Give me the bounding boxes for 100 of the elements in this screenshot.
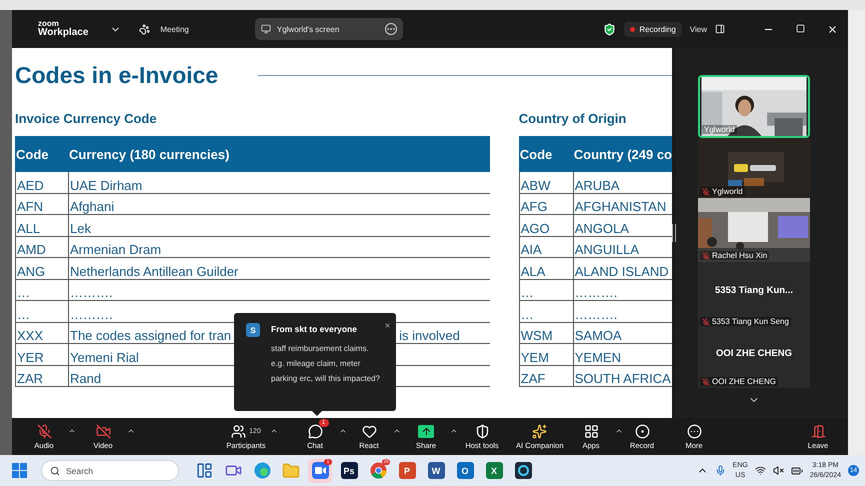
table-heading: Invoice Currency Code [15, 111, 158, 128]
close-icon[interactable] [384, 322, 391, 329]
paw-icon [139, 24, 150, 34]
participant-tile[interactable]: 5353 Tiang Kun... 5353 Tiang Kun Seng [698, 262, 810, 328]
table-cell: WSM [520, 328, 553, 343]
column-header: Code [16, 146, 48, 162]
shield-icon [603, 22, 616, 36]
more-icon[interactable] [384, 23, 397, 35]
table-cell: SOUTH AFRICA [574, 371, 671, 386]
table-cell: Netherlands Antillean Guilder [70, 264, 238, 278]
table-cell: ………. [70, 306, 113, 322]
table-cell: AED [17, 178, 44, 192]
share-indicator[interactable]: Yglworld's screen [254, 18, 403, 40]
participant-display-name: OOI ZHE CHENG [716, 348, 792, 358]
table-cell: XXX [17, 328, 44, 343]
maximize-icon[interactable] [796, 24, 805, 32]
video-off-icon [96, 424, 110, 438]
more-icon [686, 424, 702, 438]
wifi-icon[interactable] [754, 465, 766, 476]
participant-name: Yglworld [712, 187, 743, 196]
close-icon[interactable] [827, 24, 838, 34]
app-icon: P [398, 462, 416, 479]
apps-icon [584, 424, 598, 438]
table-cell: … [520, 285, 534, 300]
table-cell: UAE Dirham [70, 178, 142, 192]
app-icon: O [456, 462, 474, 479]
participant-display-name: 5353 Tiang Kun... [715, 284, 793, 296]
participant-name: 5353 Tiang Kun Seng [712, 317, 789, 326]
table-cell: AFN [17, 199, 43, 214]
table-cell: ZAR [17, 371, 43, 386]
meeting-label[interactable]: Meeting [160, 24, 189, 34]
table-cell: AGO [520, 220, 550, 236]
table-cell: ANGUILLA [574, 242, 640, 257]
muted-mic-icon [702, 252, 710, 260]
muted-mic-icon [702, 378, 710, 386]
column-header: Country (249 co [574, 146, 672, 162]
recording-indicator[interactable]: Recording [624, 22, 682, 36]
muted-mic-icon [702, 318, 710, 326]
table-cell: ABW [520, 178, 550, 192]
table-cell: ………. [70, 285, 113, 300]
taskbar-app[interactable]: X [482, 458, 506, 482]
table-cell: ALL [17, 220, 40, 236]
column-header: Code [520, 146, 552, 162]
brand-logo: zoom [38, 20, 59, 28]
door-icon [810, 424, 826, 438]
battery-icon[interactable] [790, 464, 803, 476]
people-icon [231, 424, 246, 438]
folder-icon [282, 462, 300, 480]
table-cell: AMD [17, 242, 46, 257]
table-cell: ALAND ISLAND [574, 264, 669, 278]
share-icon [418, 424, 434, 438]
browser-icon [370, 462, 386, 479]
table-cell: ………. [574, 285, 618, 300]
table-cell: … [17, 306, 30, 322]
participant-tile[interactable]: Yglworld [698, 138, 810, 198]
table-cell: ARUBA [574, 178, 620, 192]
table-heading: Country of Origin [518, 111, 628, 128]
sparkle-icon [532, 424, 548, 438]
chat-message: staff reimbursement claims. e.g. mileage claim, meter parking erc, will this impacted? [271, 343, 381, 385]
view-button[interactable]: View [690, 24, 707, 34]
participant-tile[interactable]: Rachel Hsu Xin [698, 198, 810, 262]
table-cell: Rand [70, 371, 102, 386]
mic-icon[interactable] [714, 465, 726, 476]
table-cell: AFGHANISTAN [574, 199, 666, 214]
volume-muted-icon[interactable] [772, 465, 784, 476]
app-name: Workplace [38, 28, 88, 38]
slide-title: Codes in e-Invoice [15, 62, 218, 89]
chat-sender: From skt to everyone [271, 324, 358, 334]
heart-icon [362, 424, 376, 438]
video-app-icon [312, 462, 328, 479]
table-cell: Yemeni Rial [70, 350, 139, 364]
app-icon [514, 462, 532, 479]
table-cell: … [520, 306, 534, 322]
table-cell: YEM [520, 350, 549, 364]
start-icon[interactable] [12, 463, 27, 478]
table-cell: AFG [520, 199, 548, 214]
participant-name: Rachel Hsu Xin [712, 251, 768, 260]
table-cell: … [17, 285, 30, 300]
taskbar-app[interactable]: Ps [337, 458, 361, 482]
table-cell: ZAF [520, 371, 546, 386]
monitor-icon [260, 24, 271, 34]
table-cell: SAMOA [574, 328, 622, 343]
taskbar-app[interactable]: P [395, 458, 419, 482]
taskbar-app[interactable]: O [453, 458, 477, 482]
table-cell: is involved [399, 328, 460, 343]
view-icon[interactable] [715, 24, 725, 34]
app-icon: X [486, 462, 502, 479]
table-cell: ANG [17, 264, 46, 278]
table-cell: Lek [70, 220, 91, 236]
table-cell: ANGOLA [574, 220, 629, 236]
taskbar-app[interactable]: W [424, 458, 448, 482]
table-cell: Afghani [70, 199, 114, 214]
browser-icon [254, 462, 270, 479]
chat-notification[interactable]: S From skt to everyone staff reimbursement claims. e.g. mileage claim, meter parking erc, will this impacted? [234, 313, 396, 411]
table-cell: YEMEN [574, 350, 621, 364]
table-cell: Armenian Dram [70, 242, 162, 257]
search-icon [50, 466, 60, 476]
search-field[interactable]: Search [41, 460, 179, 481]
participant-tile[interactable]: OOI ZHE CHENG OOI ZHE CHENG [698, 328, 810, 388]
column-header: Currency (180 currencies) [69, 146, 230, 162]
